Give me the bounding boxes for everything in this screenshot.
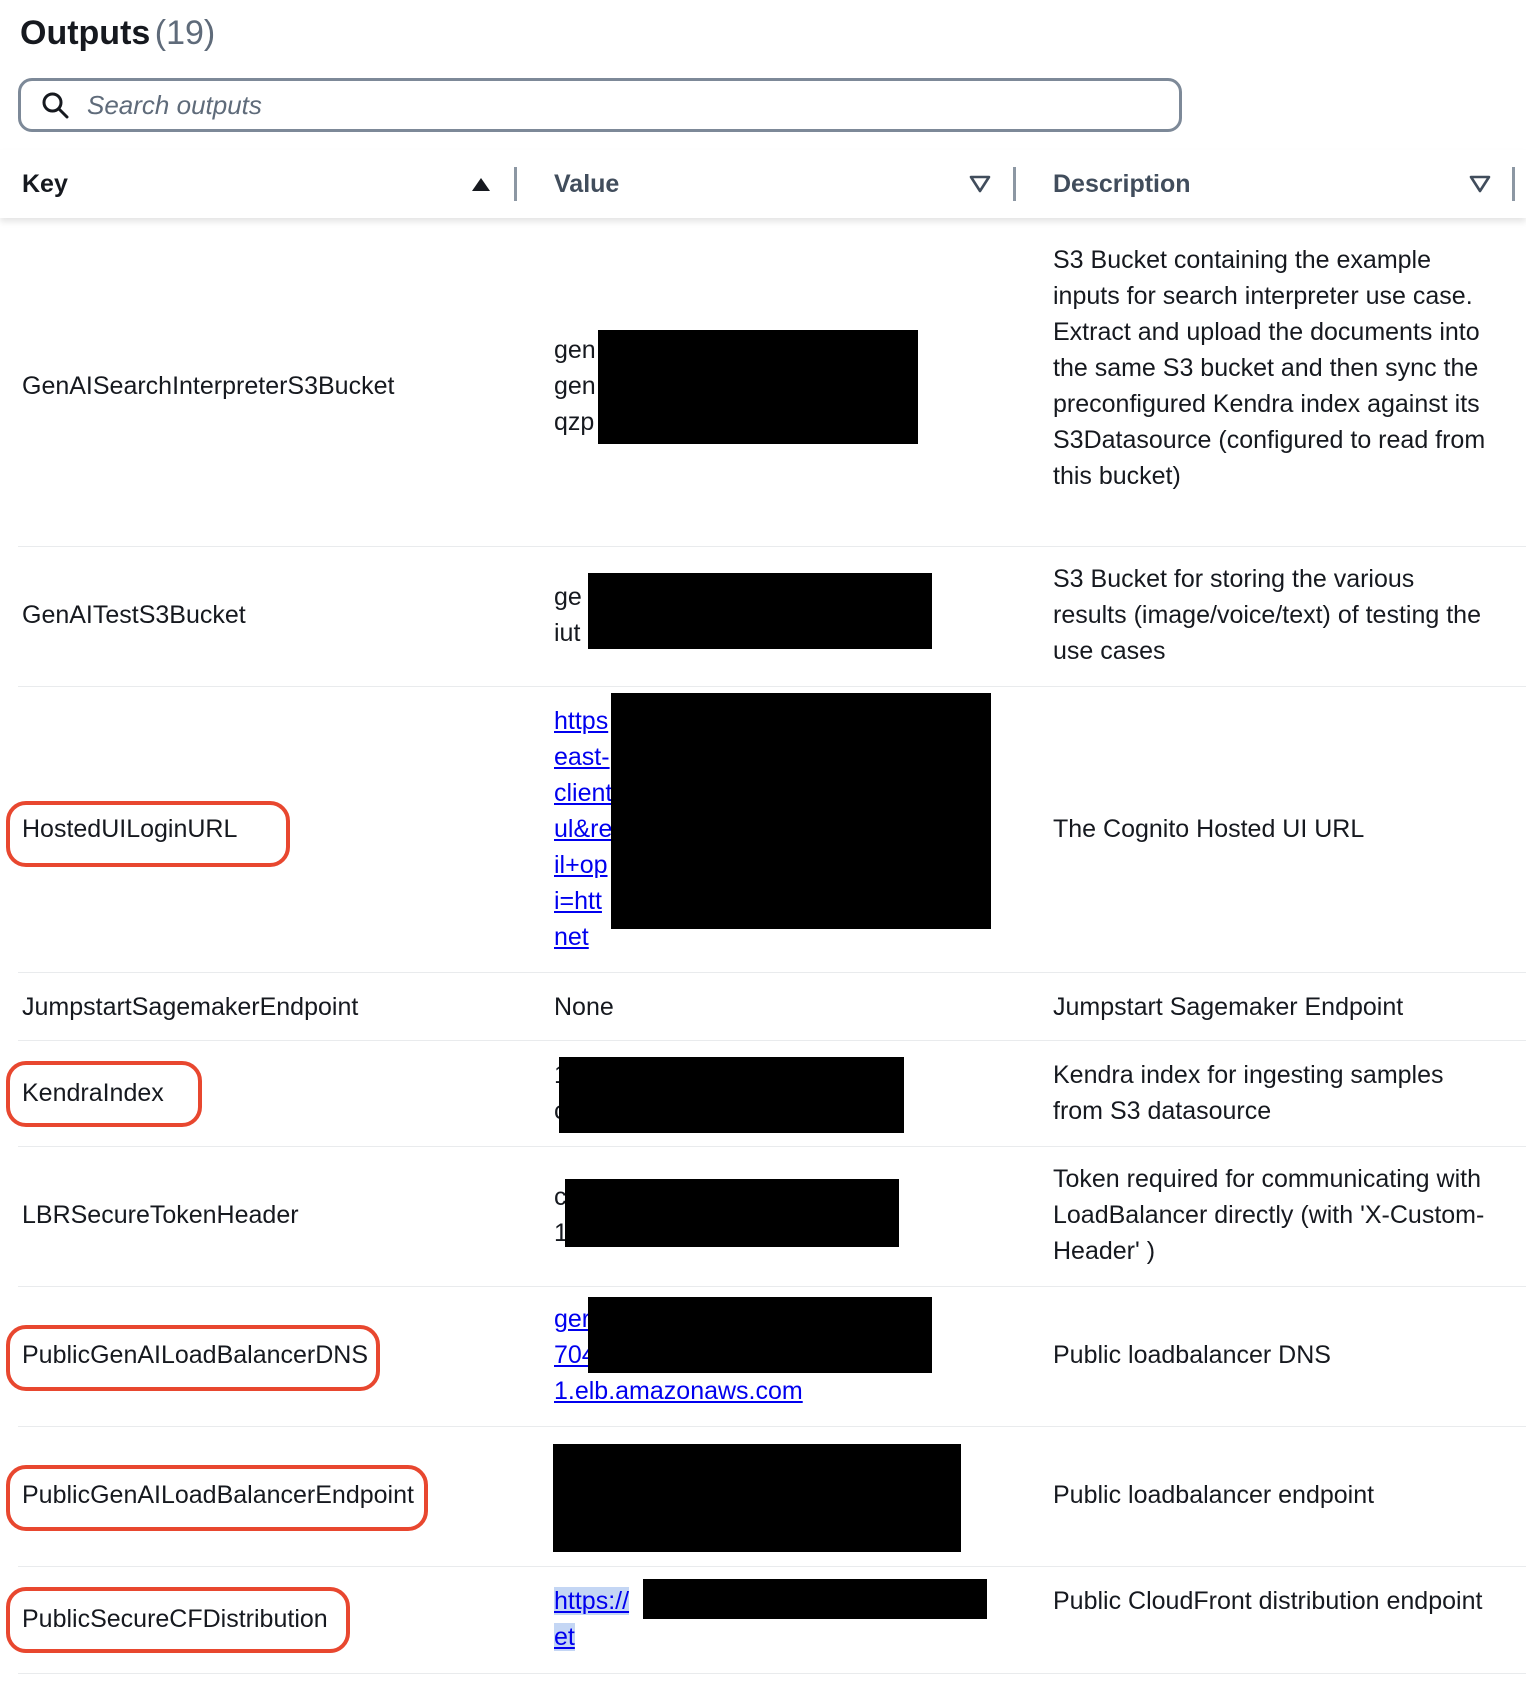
output-description: Public loadbalancer endpoint <box>1053 1481 1375 1509</box>
redaction-box <box>565 1179 899 1247</box>
output-value-link[interactable]: https:// et <box>554 1583 630 1655</box>
output-description: Jumpstart Sagemaker Endpoint <box>1053 993 1404 1021</box>
column-resizer[interactable] <box>1512 167 1515 201</box>
output-description: The Cognito Hosted UI URL <box>1053 815 1365 843</box>
table-row: HostedUILoginURL https east- client ul&r… <box>6 686 1526 973</box>
column-header-key[interactable]: Key <box>22 150 68 218</box>
output-key: GenAITestS3Bucket <box>22 601 246 629</box>
table-row: PublicGenAILoadBalancerEndpoint Public l… <box>6 1426 1526 1567</box>
outputs-header: Outputs (19) <box>20 14 215 53</box>
column-header-description[interactable]: Description <box>1053 150 1191 218</box>
sort-ascending-icon[interactable] <box>469 172 493 196</box>
table-row: PublicSecureCFDistribution https:// et P… <box>6 1566 1526 1675</box>
output-description: S3 Bucket for storing the various result… <box>1053 565 1481 665</box>
output-key: JumpstartSagemakerEndpoint <box>22 993 359 1021</box>
search-input[interactable] <box>85 88 1089 122</box>
table-row: PublicGenAILoadBalancerDNS ger 704 1.elb… <box>6 1286 1526 1427</box>
outputs-count: (19) <box>154 14 216 52</box>
redaction-box <box>588 1297 932 1373</box>
column-resizer[interactable] <box>1013 167 1016 201</box>
output-value: ge iut <box>554 583 582 647</box>
output-description: Public loadbalancer DNS <box>1053 1341 1331 1369</box>
output-key: PublicGenAILoadBalancerEndpoint <box>22 1481 414 1509</box>
output-value-link[interactable]: https east- client ul&re il+op i=htt net <box>554 703 612 955</box>
redaction-box <box>553 1444 961 1552</box>
output-key: PublicGenAILoadBalancerDNS <box>22 1341 369 1369</box>
search-icon <box>42 92 69 119</box>
output-description: Public CloudFront distribution endpoint <box>1053 1587 1483 1615</box>
page-title: Outputs <box>20 14 151 52</box>
output-key: HostedUILoginURL <box>22 815 238 843</box>
output-key: KendraIndex <box>22 1079 164 1107</box>
sort-descending-icon[interactable] <box>968 172 992 196</box>
table-row: GenAITestS3Bucket ge iut S3 Bucket for s… <box>18 546 1526 687</box>
redaction-box <box>598 330 918 444</box>
output-key: PublicSecureCFDistribution <box>22 1605 328 1633</box>
table-header: Key Value Description <box>0 150 1526 218</box>
redaction-box <box>559 1057 904 1133</box>
output-value: gen gen qzp <box>554 336 596 436</box>
search-box[interactable] <box>18 78 1182 132</box>
table-row: GenAISearchInterpreterS3Bucket gen gen q… <box>18 226 1526 546</box>
output-description: Token required for communicating with Lo… <box>1053 1165 1485 1265</box>
column-header-value[interactable]: Value <box>554 150 619 218</box>
output-description: Kendra index for ingesting samples from … <box>1053 1061 1444 1125</box>
table-row: LBRSecureTokenHeader c 1 Token required … <box>18 1146 1526 1287</box>
output-value: None <box>554 993 614 1021</box>
redaction-box <box>611 693 991 929</box>
table-bottom-divider <box>18 1673 1526 1674</box>
redaction-box <box>588 573 932 649</box>
output-key: LBRSecureTokenHeader <box>22 1201 299 1229</box>
output-key: GenAISearchInterpreterS3Bucket <box>22 372 395 400</box>
column-resizer[interactable] <box>514 167 517 201</box>
sort-descending-icon[interactable] <box>1468 172 1492 196</box>
output-description: S3 Bucket containing the example inputs … <box>1053 246 1486 490</box>
table-row: JumpstartSagemakerEndpoint None Jumpstar… <box>18 972 1526 1041</box>
table-row: KendraIndex 1 c Kendra index for ingesti… <box>6 1040 1526 1147</box>
redaction-box <box>643 1579 987 1619</box>
